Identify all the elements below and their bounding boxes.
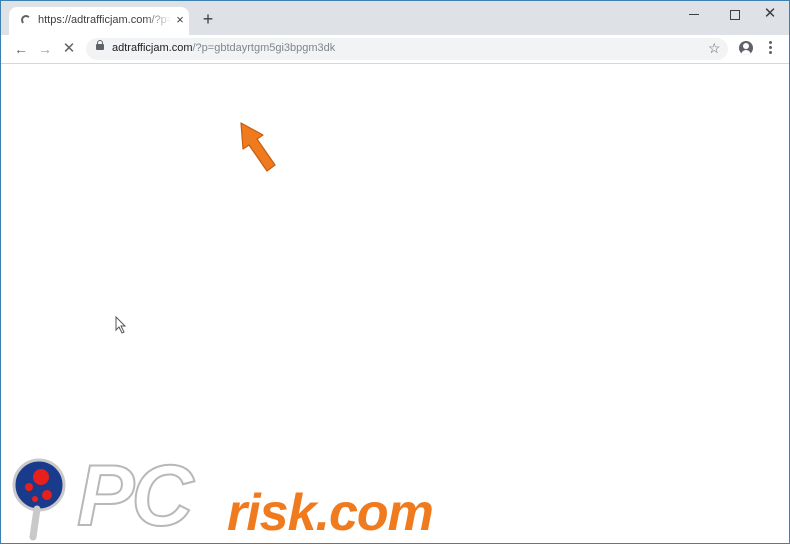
title-bar: https://adtrafficjam.com/?p=gbtdayrtgm5g… — [1, 1, 789, 35]
profile-avatar-icon[interactable] — [739, 41, 753, 55]
minimize-button[interactable] — [677, 1, 711, 29]
menu-dot — [769, 51, 772, 54]
url-text[interactable]: adtrafficjam.com/?p=gbtdayrtgm5gi3bpgm3d… — [112, 42, 335, 54]
magnifier-logo-icon — [12, 458, 66, 541]
url-path: /?p=gbtdayrtgm5gi3bpgm3dk — [192, 42, 336, 54]
loading-spinner-icon — [21, 15, 31, 25]
new-tab-button[interactable]: + — [199, 10, 217, 28]
menu-dot — [769, 41, 772, 44]
menu-dot — [769, 46, 772, 49]
mouse-cursor-icon — [115, 316, 127, 334]
forward-button[interactable]: → — [36, 40, 54, 58]
browser-toolbar: ← → ✕ adtrafficjam.com/?p=gbtdayrtgm5gi3… — [1, 35, 789, 64]
stop-loading-button[interactable]: ✕ — [60, 40, 78, 58]
menu-kebab-icon[interactable] — [765, 40, 775, 56]
lock-icon[interactable] — [96, 40, 104, 50]
minimize-icon — [689, 14, 699, 16]
watermark-brand-suffix: risk.com — [227, 484, 434, 542]
tab-close-icon[interactable]: × — [173, 13, 187, 27]
bookmark-star-icon[interactable]: ☆ — [708, 40, 721, 57]
back-button[interactable]: ← — [12, 40, 30, 58]
url-host: adtrafficjam.com — [112, 42, 193, 54]
browser-tab[interactable]: https://adtrafficjam.com/?p=gbtdayrtgm5g… — [9, 7, 189, 35]
browser-window: https://adtrafficjam.com/?p=gbtdayrtgm5g… — [0, 0, 790, 545]
tab-title-fade — [144, 11, 172, 29]
window-close-button[interactable]: ✕ — [753, 1, 787, 29]
address-bar[interactable]: adtrafficjam.com/?p=gbtdayrtgm5gi3bpgm3d… — [86, 38, 728, 60]
maximize-button[interactable] — [718, 1, 752, 29]
maximize-icon — [730, 9, 740, 20]
annotation-arrow-icon — [240, 122, 276, 172]
watermark-brand-prefix: PC — [76, 447, 194, 545]
pcrisk-watermark: PC risk.com — [11, 447, 451, 545]
